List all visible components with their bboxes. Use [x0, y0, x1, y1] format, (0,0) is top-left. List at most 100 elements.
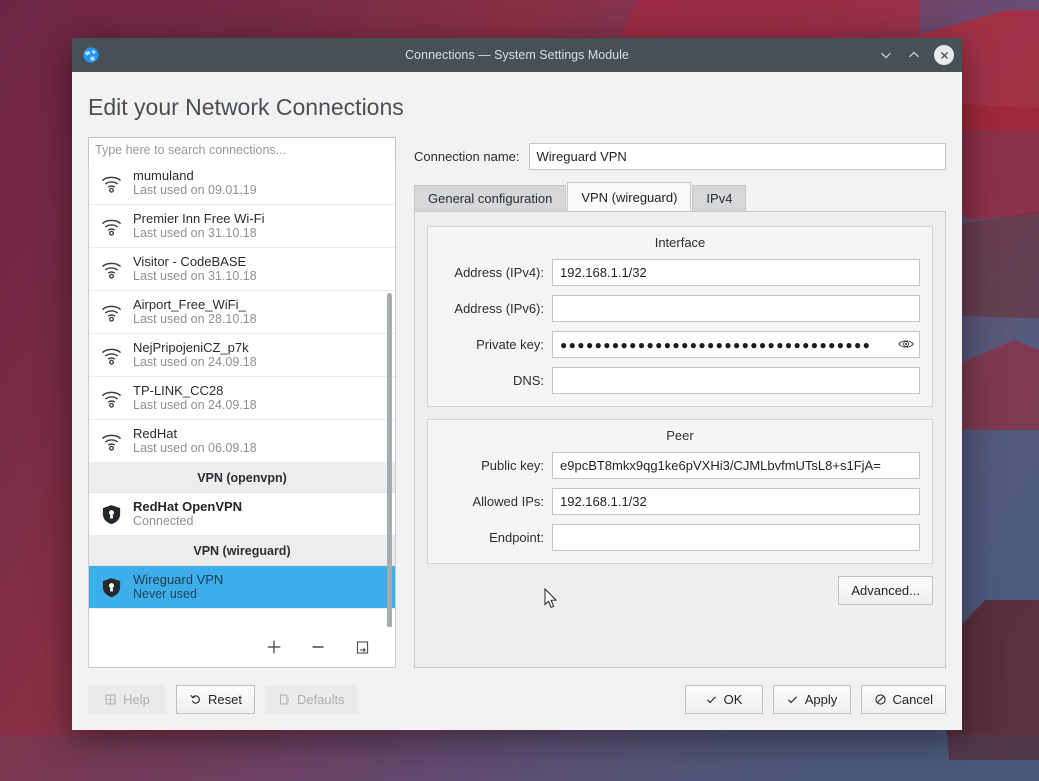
list-item-sub: Last used on 24.09.18: [133, 398, 257, 413]
field-address-ipv4: Address (IPv4): 192.168.1.1/32: [440, 259, 920, 286]
page-title: Edit your Network Connections: [72, 72, 962, 137]
field-label: Public key:: [440, 458, 544, 473]
chevron-down-icon[interactable]: [878, 47, 894, 63]
peer-group-title: Peer: [440, 428, 920, 443]
defaults-button[interactable]: Defaults: [265, 685, 358, 714]
connection-name-row: Connection name: Wireguard VPN: [414, 143, 946, 170]
list-item-name: Airport_Free_WiFi_: [133, 297, 257, 312]
chevron-up-icon[interactable]: [906, 47, 922, 63]
list-item-name: TP-LINK_CC28: [133, 383, 257, 398]
field-endpoint: Endpoint:: [440, 524, 920, 551]
window-controls: [878, 45, 954, 65]
ok-label: OK: [724, 692, 743, 707]
list-item-name: Visitor - CodeBASE: [133, 254, 257, 269]
field-allowed-ips: Allowed IPs: 192.168.1.1/32: [440, 488, 920, 515]
connections-sidebar: mumuland Last used on 09.01.19: [88, 137, 396, 668]
wifi-icon: [99, 387, 124, 410]
wifi-icon: [99, 301, 124, 324]
field-label: Endpoint:: [440, 530, 544, 545]
reset-button[interactable]: Reset: [176, 685, 255, 714]
add-connection-button[interactable]: [263, 636, 285, 658]
list-item[interactable]: RedHat OpenVPN Connected: [89, 493, 395, 536]
list-item[interactable]: Visitor - CodeBASE Last used on 31.10.18: [89, 248, 395, 291]
tab-vpn-wireguard[interactable]: VPN (wireguard): [567, 182, 691, 211]
list-item[interactable]: Airport_Free_WiFi_ Last used on 28.10.18: [89, 291, 395, 334]
field-label: DNS:: [440, 373, 544, 388]
list-item[interactable]: mumuland Last used on 09.01.19: [89, 162, 395, 205]
connection-name-input[interactable]: Wireguard VPN: [529, 143, 946, 170]
advanced-row: Advanced...: [427, 576, 933, 605]
list-item-name: mumuland: [133, 168, 257, 183]
cancel-icon: [874, 693, 887, 706]
content-area: mumuland Last used on 09.01.19: [72, 137, 962, 668]
connection-name-label: Connection name:: [414, 149, 520, 164]
check-icon: [705, 693, 718, 706]
list-toolbar: [89, 627, 395, 667]
list-item[interactable]: RedHat Last used on 06.09.18: [89, 420, 395, 463]
list-item-name: RedHat OpenVPN: [133, 499, 242, 514]
tab-panel-vpn-wireguard: Interface Address (IPv4): 192.168.1.1/32…: [414, 211, 946, 668]
shield-icon: [99, 503, 124, 526]
window-body: Edit your Network Connections: [72, 72, 962, 730]
window-titlebar[interactable]: Connections — System Settings Module: [72, 38, 962, 72]
private-key-input[interactable]: ●●●●●●●●●●●●●●●●●●●●●●●●●●●●●●●●●●●●: [552, 331, 920, 358]
list-item-sub: Connected: [133, 514, 242, 529]
cancel-label: Cancel: [893, 692, 933, 707]
field-public-key: Public key: e9pcBT8mkx9qg1ke6pVXHi3/CJML…: [440, 452, 920, 479]
wifi-icon: [99, 430, 124, 453]
connections-list[interactable]: mumuland Last used on 09.01.19: [89, 162, 395, 627]
wifi-icon: [99, 172, 124, 195]
public-key-input[interactable]: e9pcBT8mkx9qg1ke6pVXHi3/CJMLbvfmUTsL8+s1…: [552, 452, 920, 479]
tab-bar: General configuration VPN (wireguard) IP…: [414, 182, 946, 211]
advanced-button[interactable]: Advanced...: [838, 576, 933, 605]
allowed-ips-input[interactable]: 192.168.1.1/32: [552, 488, 920, 515]
list-item-sub: Last used on 31.10.18: [133, 226, 264, 241]
list-item-selected[interactable]: Wireguard VPN Never used: [89, 566, 395, 609]
field-private-key: Private key: ●●●●●●●●●●●●●●●●●●●●●●●●●●●…: [440, 331, 920, 358]
field-label: Private key:: [440, 337, 544, 352]
search-input[interactable]: [88, 137, 396, 163]
dialog-button-bar: Help Reset Defaults: [72, 668, 962, 730]
interface-group-title: Interface: [440, 235, 920, 250]
field-dns: DNS:: [440, 367, 920, 394]
list-item-sub: Last used on 06.09.18: [133, 441, 257, 456]
globe-icon: [82, 46, 100, 64]
eye-icon[interactable]: [898, 337, 914, 353]
field-address-ipv6: Address (IPv6):: [440, 295, 920, 322]
check-icon: [786, 693, 799, 706]
apply-label: Apply: [805, 692, 838, 707]
list-item[interactable]: NejPripojeniCZ_p7k Last used on 24.09.18: [89, 334, 395, 377]
list-item-name: RedHat: [133, 426, 257, 441]
list-item-sub: Never used: [133, 587, 223, 602]
mouse-cursor: [544, 588, 558, 609]
remove-connection-button[interactable]: [307, 636, 329, 658]
apply-button[interactable]: Apply: [773, 685, 851, 714]
list-group-header: VPN (openvpn): [89, 463, 395, 493]
defaults-icon: [278, 693, 291, 706]
list-scrollbar[interactable]: [387, 293, 392, 627]
connections-window: Connections — System Settings Module Edi…: [72, 38, 962, 730]
tab-ipv4[interactable]: IPv4: [692, 185, 746, 211]
list-item[interactable]: TP-LINK_CC28 Last used on 24.09.18: [89, 377, 395, 420]
list-item[interactable]: Premier Inn Free Wi-Fi Last used on 31.1…: [89, 205, 395, 248]
ok-button[interactable]: OK: [685, 685, 763, 714]
tab-general-configuration[interactable]: General configuration: [414, 185, 566, 211]
address-ipv6-input[interactable]: [552, 295, 920, 322]
list-item-sub: Last used on 24.09.18: [133, 355, 257, 370]
list-item-sub: Last used on 28.10.18: [133, 312, 257, 327]
dialog-actions: OK Apply Cancel: [685, 685, 946, 714]
interface-group: Interface Address (IPv4): 192.168.1.1/32…: [427, 226, 933, 407]
close-icon[interactable]: [934, 45, 954, 65]
dns-input[interactable]: [552, 367, 920, 394]
address-ipv4-input[interactable]: 192.168.1.1/32: [552, 259, 920, 286]
list-item-name: NejPripojeniCZ_p7k: [133, 340, 257, 355]
export-connection-button[interactable]: [351, 636, 373, 658]
help-icon: [104, 693, 117, 706]
undo-icon: [189, 693, 202, 706]
endpoint-input[interactable]: [552, 524, 920, 551]
cancel-button[interactable]: Cancel: [861, 685, 946, 714]
list-group-header: VPN (wireguard): [89, 536, 395, 566]
field-label: Address (IPv4):: [440, 265, 544, 280]
peer-group: Peer Public key: e9pcBT8mkx9qg1ke6pVXHi3…: [427, 419, 933, 564]
help-button[interactable]: Help: [88, 685, 166, 714]
